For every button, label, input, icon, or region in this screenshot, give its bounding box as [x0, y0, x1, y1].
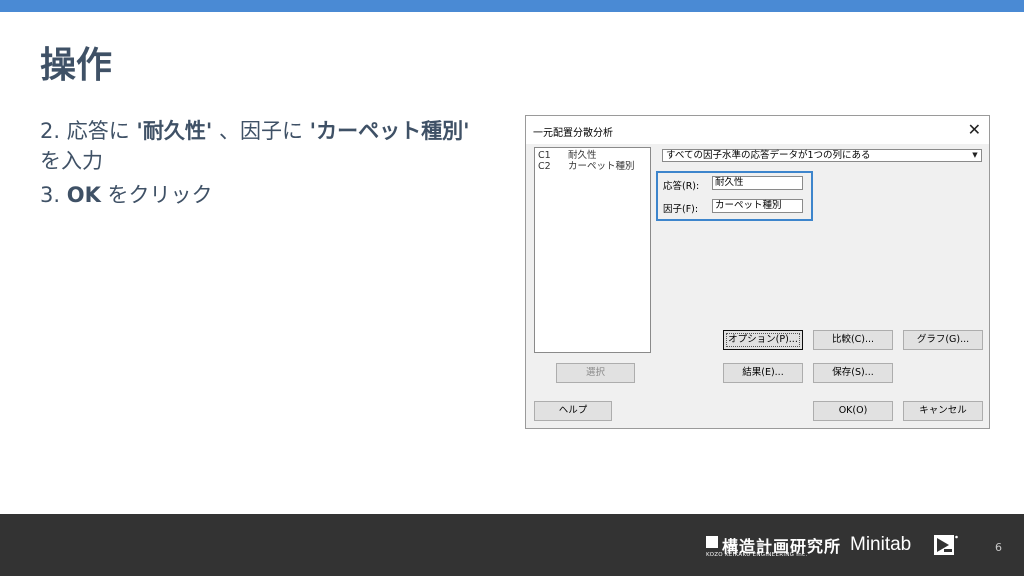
kozo-mark-icon: [706, 536, 718, 548]
one-way-anova-dialog: 一元配置分散分析 ✕ C1 耐久性 C2 カーペット種別 すべての因子水準の応答…: [525, 115, 990, 429]
page-number: 6: [995, 541, 1002, 554]
response-field[interactable]: 耐久性: [712, 176, 803, 190]
help-button[interactable]: ヘルプ: [534, 401, 612, 421]
step-text: 、因子に: [218, 119, 303, 143]
step-3: 3. OK をクリック: [40, 180, 480, 210]
dialog-titlebar: 一元配置分散分析 ✕: [526, 116, 989, 144]
data-layout-value: すべての因子水準の応答データが1つの列にある: [666, 150, 871, 161]
step-text: 応答に: [66, 119, 130, 143]
variable-id: C2: [538, 161, 551, 172]
step-2: 2. 応答に '耐久性' 、因子に 'カーペット種別' を入力: [40, 116, 480, 176]
results-button[interactable]: 結果(E)...: [723, 363, 803, 383]
variable-list[interactable]: C1 耐久性 C2 カーペット種別: [534, 147, 651, 353]
cancel-button[interactable]: キャンセル: [903, 401, 983, 421]
step-keyword-factor: 'カーペット種別': [309, 119, 470, 143]
variable-name: カーペット種別: [568, 161, 635, 172]
top-accent-bar: [0, 0, 1024, 12]
factor-label: 因子(F):: [663, 204, 699, 215]
data-layout-select[interactable]: すべての因子水準の応答データが1つの列にある ▼: [662, 149, 982, 162]
step-number: 2.: [40, 119, 61, 143]
close-icon[interactable]: ✕: [968, 120, 981, 139]
dialog-title: 一元配置分散分析: [533, 128, 613, 139]
options-button[interactable]: オプション(P)...: [723, 330, 803, 350]
chevron-down-icon[interactable]: ▼: [969, 150, 981, 161]
variable-name: 耐久性: [568, 150, 597, 161]
ok-button[interactable]: OK(O): [813, 401, 893, 421]
step-keyword-ok: OK: [66, 183, 101, 207]
compare-button[interactable]: 比較(C)...: [813, 330, 893, 350]
company-subname: KOZO KEIKAKU ENGINEERING Inc.: [706, 552, 808, 558]
slide-title: 操作: [40, 45, 113, 86]
select-button[interactable]: 選択: [556, 363, 635, 383]
storage-button[interactable]: 保存(S)...: [813, 363, 893, 383]
response-label: 応答(R):: [663, 181, 700, 192]
minitab-mark-icon: [934, 535, 958, 555]
list-item[interactable]: C2 カーペット種別: [538, 161, 647, 172]
step-number: 3.: [40, 183, 61, 207]
list-item[interactable]: C1 耐久性: [538, 150, 647, 161]
factor-field[interactable]: カーペット種別: [712, 199, 803, 213]
instruction-list: 2. 応答に '耐久性' 、因子に 'カーペット種別' を入力 3. OK をク…: [40, 116, 480, 214]
variable-id: C1: [538, 150, 551, 161]
minitab-logo: Minitab: [850, 534, 912, 555]
step-text: をクリック: [107, 183, 213, 207]
graphs-button[interactable]: グラフ(G)...: [903, 330, 983, 350]
step-text: を入力: [40, 149, 103, 173]
step-keyword-response: '耐久性': [136, 119, 213, 143]
